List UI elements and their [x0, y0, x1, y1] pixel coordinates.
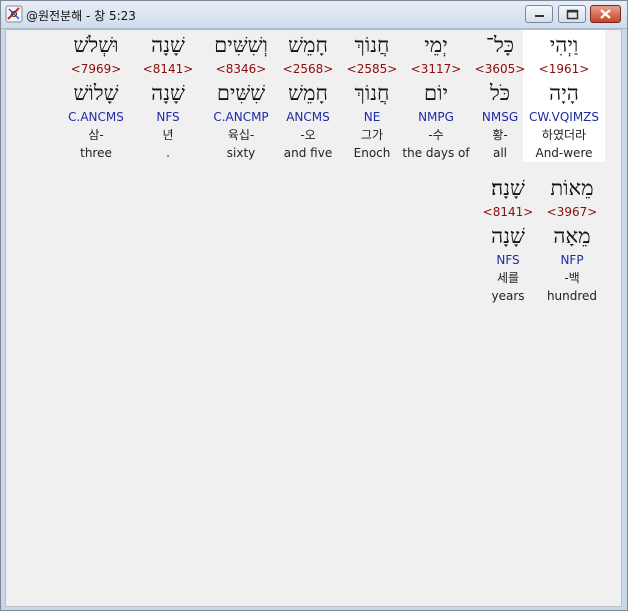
english-gloss: years [491, 289, 525, 303]
close-icon [600, 9, 611, 19]
english-gloss: three [80, 146, 112, 160]
maximize-icon [566, 9, 579, 20]
word-column[interactable]: שָׁנָה <8141> שָׁנָה NFS 년. [127, 30, 209, 162]
korean-gloss: 세를 [496, 271, 520, 285]
window-title: @원전분해 - 창 5:23 [26, 9, 136, 23]
hebrew-lemma: שָׁנָה [491, 224, 525, 248]
minimize-icon [535, 15, 544, 17]
parsing-code: C.ANCMS [68, 110, 124, 124]
korean-gloss: 년 [162, 128, 174, 142]
hebrew-lemma: שָׁלוֹשׁ [73, 81, 119, 105]
parsing-code: NFS [496, 253, 520, 267]
hebrew-word: שָׁנָה׃ [491, 176, 525, 200]
strong-number[interactable]: <7969> [55, 60, 137, 78]
korean-gloss: 삼- [88, 128, 104, 142]
maximize-button[interactable] [558, 5, 586, 23]
strong-number[interactable]: <8141> [127, 60, 209, 78]
title-bar[interactable]: @원전분해 - 창 5:23 [1, 1, 627, 29]
close-button[interactable] [590, 5, 621, 23]
strong-number[interactable]: <8141> [467, 203, 549, 221]
word-analysis-pane[interactable]: וַיְהִי <1961> הָיָה CW.VQIMZS 하였더라 And-were כ… [5, 29, 622, 607]
english-gloss: . [166, 146, 170, 160]
bible-app-icon[interactable] [5, 5, 23, 23]
hebrew-lemma: שָׁנָה [151, 81, 185, 105]
hebrew-word: וּשְׁלֹשׁ [73, 33, 119, 57]
analysis-window: @원전분해 - 창 5:23 וַיְהִי <1961> הָיָה CW.VQIM… [0, 0, 628, 611]
word-column[interactable]: שָׁנָה׃ <8141> שָׁנָה NFS 세를 years [467, 173, 549, 305]
word-column[interactable]: וּשְׁלֹשׁ <7969> שָׁלוֹשׁ C.ANCMS 삼-three [55, 30, 137, 162]
hebrew-word: שָׁנָה [151, 33, 185, 57]
parsing-code: NFS [156, 110, 180, 124]
minimize-button[interactable] [525, 5, 553, 23]
